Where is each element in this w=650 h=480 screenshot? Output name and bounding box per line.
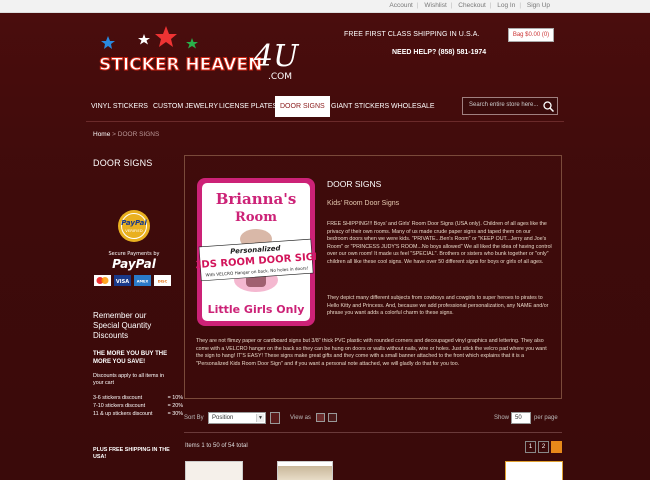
sidebar-title: DOOR SIGNS xyxy=(93,158,153,168)
product-thumbnail[interactable] xyxy=(277,461,333,480)
buy-more-save-more: THE MORE YOU BUY THE MORE YOU SAVE! xyxy=(93,351,168,365)
per-page-label: per page xyxy=(534,415,558,421)
nav-vinyl-stickers[interactable]: VINYL STICKERS xyxy=(86,96,153,117)
content-heading: DOOR SIGNS xyxy=(327,179,382,189)
search-input[interactable]: Search entire store here... xyxy=(469,102,538,108)
logo-4u: 4U xyxy=(253,39,300,74)
cart-bag-button[interactable]: Bag $0.00 (0) xyxy=(508,28,554,42)
site-logo[interactable]: STICKER HEAVEN 4U .COM xyxy=(96,24,306,84)
description-paragraph: They depict many different subjects from… xyxy=(327,295,549,316)
search-icon[interactable] xyxy=(542,100,555,113)
breadcrumb-current: DOOR SIGNS xyxy=(117,131,160,138)
signup-link[interactable]: Sign Up xyxy=(527,2,550,9)
svg-text:PayPal: PayPal xyxy=(112,257,157,271)
svg-text:AMEX: AMEX xyxy=(137,280,149,284)
product-thumbnail[interactable] xyxy=(505,461,563,480)
svg-text:Brianna's: Brianna's xyxy=(216,190,297,208)
help-phone: NEED HELP? (858) 581-1974 xyxy=(392,49,487,56)
quantity-discounts-heading: Remember our Special Quantity Discounts xyxy=(93,311,152,340)
items-count: Items 1 to 50 of 54 total xyxy=(185,443,248,449)
sort-direction-button[interactable] xyxy=(270,412,280,424)
free-shipping-promo: PLUS FREE SHIPPING IN THE USA! xyxy=(93,447,170,460)
star-icon xyxy=(155,26,177,47)
discount-tier: 7-10 stickers discount = 20% xyxy=(93,403,183,409)
divider xyxy=(86,121,564,122)
svg-text:Room: Room xyxy=(235,210,277,225)
discount-tier: 3-6 stickers discount = 10% xyxy=(93,395,183,401)
sort-by-label: Sort By xyxy=(184,415,204,421)
top-links: Account | Wishlist | Checkout | Log In | Sig… xyxy=(389,2,550,9)
wishlist-link[interactable]: Wishlist xyxy=(424,2,446,9)
sort-by-select[interactable]: Position ▼ xyxy=(208,412,266,424)
nav-wholesale[interactable]: WHOLESALE xyxy=(386,96,440,117)
description-paragraph: FREE SHIPPING!!! Boys' and Girls' Room D… xyxy=(327,221,552,265)
paypal-verified-badge[interactable]: PayPal VERIFIED Secure Payments by PayPa… xyxy=(92,208,176,294)
page-2-button[interactable]: 2 xyxy=(538,441,549,453)
star-icon xyxy=(138,34,150,45)
svg-text:Little Girls Only: Little Girls Only xyxy=(208,303,305,316)
search-box[interactable]: Search entire store here... xyxy=(462,97,558,115)
grid-view-icon[interactable] xyxy=(316,413,325,422)
checkout-link[interactable]: Checkout xyxy=(458,2,485,9)
door-sign-image[interactable]: Brianna's Room Personalized KIDS ROOM DO… xyxy=(196,177,316,327)
product-thumbnail[interactable] xyxy=(185,461,243,480)
svg-text:VERIFIED: VERIFIED xyxy=(125,228,142,233)
breadcrumb: Home > DOOR SIGNS xyxy=(93,131,159,138)
nav-custom-jewelry[interactable]: CUSTOM JEWELRY xyxy=(148,96,223,117)
page-1-button[interactable]: 1 xyxy=(525,441,536,453)
nav-giant-stickers[interactable]: GIANT STICKERS xyxy=(326,96,394,117)
product-toolbar: Sort By Position ▼ View as Show 50 per p… xyxy=(184,412,562,426)
star-icon xyxy=(101,36,115,49)
chevron-down-icon: ▼ xyxy=(256,414,264,422)
content-subheading: Kids' Room Door Signs xyxy=(327,200,400,207)
svg-text:PayPal: PayPal xyxy=(121,219,147,227)
divider xyxy=(184,432,562,433)
breadcrumb-separator: > xyxy=(112,131,116,138)
free-shipping-notice: FREE FIRST CLASS SHIPPING IN U.S.A. xyxy=(344,31,480,38)
discount-tiers: 3-6 stickers discount = 10% 7-10 stickers… xyxy=(93,395,183,418)
show-label: Show xyxy=(494,415,510,421)
view-as-label: View as xyxy=(290,415,311,421)
nav-license-plates[interactable]: LICENSE PLATES xyxy=(214,96,282,117)
svg-text:DISC: DISC xyxy=(158,280,168,284)
svg-text:VISA: VISA xyxy=(116,279,129,285)
nav-door-signs[interactable]: DOOR SIGNS xyxy=(275,96,330,117)
star-icon xyxy=(186,38,198,49)
breadcrumb-home[interactable]: Home xyxy=(93,131,110,138)
list-view-icon[interactable] xyxy=(328,413,337,422)
top-utility-bar: Account | Wishlist | Checkout | Log In | Sig… xyxy=(0,0,650,13)
discount-tier: 11 & up stickers discount = 30% xyxy=(93,411,183,417)
per-page-select[interactable]: 50 xyxy=(511,412,531,424)
logo-text: STICKER HEAVEN xyxy=(99,55,262,75)
discounts-apply-note: Discounts apply to all items in your car… xyxy=(93,373,165,386)
next-page-button[interactable] xyxy=(551,441,562,453)
description-paragraph: They are not flimzy paper or cardboard s… xyxy=(196,338,547,367)
login-link[interactable]: Log In xyxy=(497,2,515,9)
logo-com: .COM xyxy=(268,72,292,82)
account-link[interactable]: Account xyxy=(389,2,413,9)
